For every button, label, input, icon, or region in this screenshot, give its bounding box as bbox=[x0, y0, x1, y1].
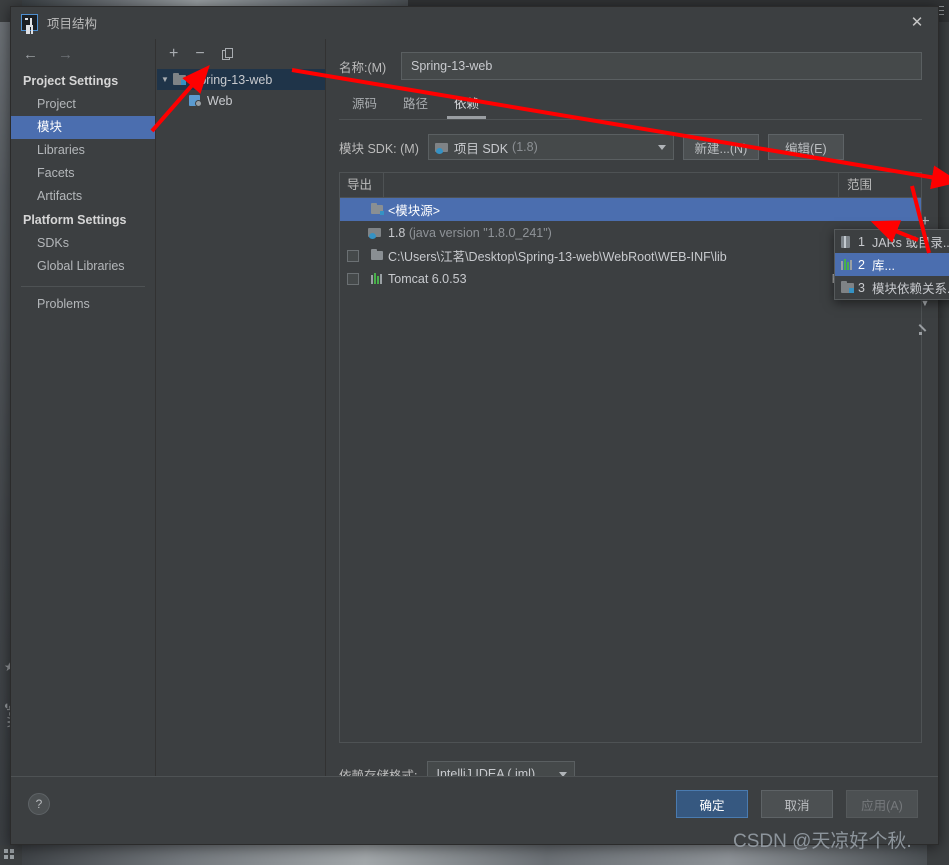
close-icon[interactable]: ✕ bbox=[906, 12, 928, 34]
project-structure-dialog: 项目结构 ✕ ← → Project Settings Project 模块 L… bbox=[10, 6, 949, 845]
tree-item-spring-13-web[interactable]: ▼ Spring-13-web bbox=[157, 69, 325, 90]
module-tree-pane: + − ▼ Spring-13-web Web bbox=[157, 39, 326, 810]
column-header-name bbox=[384, 173, 839, 197]
new-sdk-button[interactable]: 新建...(N) bbox=[682, 134, 759, 160]
library-icon bbox=[841, 259, 858, 270]
sidebar-group-platform-settings: Platform Settings bbox=[23, 213, 127, 227]
popup-item-jars-or-directories[interactable]: 1 JARs 或目录... bbox=[835, 230, 949, 253]
row-label: 1.8 (java version "1.8.0_241") bbox=[388, 226, 825, 240]
screenshot-root: 2: Favorites ★ Web ◐ 7: Structure 项目结构 ✕… bbox=[0, 0, 949, 865]
edit-sdk-button[interactable]: 编辑(E) bbox=[767, 134, 844, 160]
popup-item-number: 2 bbox=[858, 257, 865, 272]
module-icon bbox=[841, 281, 858, 293]
popup-item-label: JARs 或目录... bbox=[872, 236, 949, 250]
tab-paths[interactable]: 路径 bbox=[390, 89, 441, 119]
tree-item-web[interactable]: Web bbox=[157, 90, 325, 111]
background-bottom-right bbox=[927, 845, 949, 865]
library-icon bbox=[366, 273, 388, 284]
row-label-text: 1.8 bbox=[388, 225, 409, 240]
add-module-button[interactable]: + bbox=[169, 46, 178, 62]
module-tabs: 源码 路径 依赖 bbox=[339, 89, 938, 119]
add-dependency-popup-menu: 1 JARs 或目录... 2 库... 3 模块依赖关系... bbox=[834, 229, 949, 300]
dialog-body: ← → Project Settings Project 模块 Librarie… bbox=[11, 39, 949, 810]
sidebar-item-project[interactable]: Project bbox=[11, 93, 155, 116]
dialog-titlebar: 项目结构 ✕ bbox=[11, 7, 938, 39]
arrow-right-icon[interactable]: → bbox=[58, 47, 73, 62]
navigation-arrows: ← → bbox=[11, 39, 155, 69]
row-label: <模块源> bbox=[388, 204, 441, 218]
tree-item-label: Spring-13-web bbox=[191, 72, 273, 87]
module-tree-toolbar: + − bbox=[157, 39, 325, 69]
module-source-icon bbox=[366, 203, 388, 215]
sidebar-item-modules[interactable]: 模块 bbox=[11, 116, 155, 139]
row-label: Tomcat 6.0.53 bbox=[388, 271, 467, 286]
row-export-checkbox[interactable] bbox=[340, 272, 366, 285]
module-sdk-row: 模块 SDK: (M) 项目 SDK (1.8) 新建...(N) 编辑(E) bbox=[339, 130, 922, 164]
popup-item-label: 模块依赖关系... bbox=[872, 282, 949, 296]
module-name-row: 名称:(M) bbox=[339, 51, 922, 81]
popup-item-module-dependency[interactable]: 3 模块依赖关系... bbox=[835, 276, 949, 299]
copy-icon[interactable] bbox=[221, 47, 234, 61]
module-sdk-select[interactable]: 项目 SDK (1.8) bbox=[427, 134, 674, 160]
module-sdk-value: 项目 SDK bbox=[453, 141, 509, 156]
intellij-idea-icon bbox=[21, 14, 38, 31]
remove-module-button[interactable]: − bbox=[195, 46, 204, 62]
module-sdk-label: 模块 SDK: (M) bbox=[339, 141, 419, 156]
sidebar-item-sdks[interactable]: SDKs bbox=[11, 232, 155, 255]
sdk-icon bbox=[434, 142, 449, 154]
popup-item-number: 3 bbox=[858, 280, 865, 295]
tabs-divider bbox=[339, 119, 922, 120]
row-export-checkbox[interactable] bbox=[340, 249, 366, 262]
folder-icon bbox=[366, 249, 388, 261]
module-sdk-version: (1.8) bbox=[512, 140, 538, 154]
help-button[interactable]: ? bbox=[28, 793, 50, 815]
sidebar-item-problems[interactable]: Problems bbox=[11, 293, 155, 316]
web-facet-icon bbox=[189, 94, 202, 107]
sidebar-item-artifacts[interactable]: Artifacts bbox=[11, 185, 155, 208]
dependencies-table-header: 导出 范围 bbox=[339, 172, 922, 198]
tab-sources[interactable]: 源码 bbox=[339, 89, 390, 119]
pencil-icon[interactable] bbox=[912, 316, 938, 342]
sdk-icon bbox=[366, 227, 388, 239]
chevron-down-icon[interactable] bbox=[657, 145, 666, 150]
module-name-label: 名称:(M) bbox=[339, 60, 387, 75]
table-row[interactable]: <模块源> bbox=[340, 198, 921, 221]
tree-item-label: Web bbox=[207, 93, 233, 108]
ok-button[interactable]: 确定 bbox=[676, 790, 748, 818]
row-label: C:\Users\江茗\Desktop\Spring-13-web\WebRoo… bbox=[388, 250, 727, 264]
popup-item-library[interactable]: 2 库... bbox=[835, 253, 949, 276]
dialog-title: 项目结构 bbox=[47, 17, 98, 31]
apply-button[interactable]: 应用(A) bbox=[846, 790, 918, 818]
arrow-left-icon[interactable]: ← bbox=[23, 47, 38, 62]
module-name-input[interactable] bbox=[401, 52, 922, 80]
popup-item-number: 1 bbox=[858, 234, 865, 249]
tab-dependencies[interactable]: 依赖 bbox=[441, 89, 492, 119]
dialog-action-buttons: 确定 取消 应用(A) bbox=[676, 790, 918, 818]
column-header-export: 导出 bbox=[340, 173, 384, 197]
chevron-down-icon[interactable]: ▼ bbox=[157, 75, 173, 84]
column-header-scope: 范围 bbox=[847, 178, 873, 192]
settings-sidebar: ← → Project Settings Project 模块 Librarie… bbox=[11, 39, 156, 810]
sidebar-group-project-settings: Project Settings bbox=[23, 74, 119, 88]
sidebar-item-libraries[interactable]: Libraries bbox=[11, 139, 155, 162]
sidebar-item-global-libraries[interactable]: Global Libraries bbox=[11, 255, 155, 278]
sidebar-item-facets[interactable]: Facets bbox=[11, 162, 155, 185]
jar-icon bbox=[841, 235, 858, 248]
module-icon bbox=[173, 73, 186, 85]
row-label-version: (java version "1.8.0_241") bbox=[408, 225, 552, 240]
cancel-button[interactable]: 取消 bbox=[761, 790, 833, 818]
csdn-watermark: CSDN @天凉好个秋. bbox=[733, 831, 912, 852]
module-detail-pane: 名称:(M) 源码 路径 依赖 模块 SDK: (M) 项目 SDK (1.8) bbox=[327, 39, 938, 810]
popup-item-label: 库... bbox=[872, 259, 895, 273]
sidebar-divider bbox=[21, 286, 145, 287]
